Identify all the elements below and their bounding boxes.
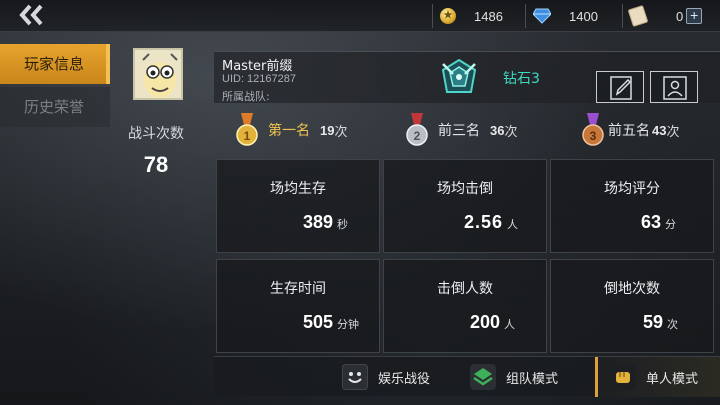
mode-squad-label: 组队模式	[506, 371, 559, 387]
silver-medal-icon: 2	[406, 113, 428, 146]
rank-badge-icon	[439, 58, 479, 98]
ticket-value: 0	[676, 8, 684, 24]
medal-top5-unit: 次	[666, 124, 680, 140]
diamond-counter: 1400	[525, 0, 598, 32]
mode-casual[interactable]: 娱乐战役	[342, 357, 430, 397]
battle-count-label: 战斗次数	[128, 126, 184, 142]
avatar-image	[135, 50, 181, 98]
coin-value: 1486	[474, 8, 503, 24]
medal-top3: 2 前三名 36 次	[406, 112, 517, 148]
add-ticket-button[interactable]: +	[686, 8, 703, 24]
stat-survival-time: 生存时间 505 分钟	[216, 259, 380, 353]
ticket-icon	[627, 4, 649, 28]
mode-solo-label: 单人模式	[646, 371, 699, 387]
medal-top5-count: 43	[652, 122, 667, 138]
stat-avg-survival: 场均生存 389 秒	[216, 159, 380, 253]
id-card-icon	[663, 76, 687, 100]
medal-first-unit: 次	[334, 124, 348, 140]
diamond-value: 1400	[569, 8, 598, 24]
stat-avg-knockdown: 场均击倒 2.56 人	[383, 159, 547, 253]
stat-label: 生存时间	[270, 281, 326, 297]
gold-medal-icon: 1	[236, 113, 258, 146]
avatar[interactable]	[133, 48, 183, 100]
rank-label: 钻石3	[503, 71, 540, 87]
medal-top3-unit: 次	[504, 124, 518, 140]
diamond-icon	[533, 8, 551, 24]
mode-casual-label: 娱乐战役	[378, 371, 431, 387]
player-name: Master前缀	[222, 59, 293, 74]
medal-top5-label: 前五名	[608, 123, 650, 139]
coin-icon: ★	[440, 8, 456, 24]
fist-icon	[610, 364, 636, 390]
stat-value: 2.56 人	[464, 212, 520, 232]
id-card-button[interactable]	[650, 71, 698, 103]
stat-label: 场均生存	[270, 181, 326, 197]
medal-first: 1 第一名 19 次	[236, 112, 347, 148]
medal-top3-label: 前三名	[438, 123, 480, 139]
bronze-medal-icon: 3	[582, 113, 604, 146]
stat-value: 63 分	[641, 212, 677, 232]
stat-label: 倒地次数	[604, 281, 660, 297]
smiley-icon	[342, 364, 368, 390]
stat-label: 场均评分	[604, 181, 660, 197]
pencil-icon	[610, 76, 632, 100]
player-team: 所属战队:	[222, 90, 270, 103]
stat-value: 200 人	[470, 312, 516, 332]
svg-text:3: 3	[590, 129, 597, 143]
medal-first-count: 19	[320, 122, 335, 138]
mode-squad[interactable]: 组队模式	[470, 357, 558, 397]
svg-text:2: 2	[414, 129, 421, 143]
double-chevron-left-icon	[19, 4, 43, 26]
medal-first-label: 第一名	[268, 123, 310, 139]
svg-text:1: 1	[244, 129, 251, 143]
tab-history-honor[interactable]: 历史荣誉	[0, 87, 110, 127]
top-bar: ★ 1486 1400 0 +	[0, 0, 720, 32]
stat-avg-score: 场均评分 63 分	[550, 159, 714, 253]
tab-player-info[interactable]: 玩家信息	[0, 44, 110, 84]
medal-top5: 3 前五名 43 次	[582, 112, 679, 148]
stat-label: 场均击倒	[437, 181, 493, 197]
coin-counter: ★ 1486	[432, 0, 503, 32]
edit-button[interactable]	[596, 71, 644, 103]
squad-chevron-icon	[470, 364, 496, 390]
stat-value: 505 分钟	[303, 312, 360, 332]
stat-value: 59 次	[643, 312, 679, 332]
stat-value: 389 秒	[303, 212, 349, 232]
battle-count-value: 78	[143, 152, 169, 177]
stat-knockdowns: 击倒人数 200 人	[383, 259, 547, 353]
player-info-bar: Master前缀 UID: 12167287 所属战队: 钻石3	[214, 51, 720, 103]
player-uid: UID: 12167287	[222, 73, 296, 85]
stat-downed-count: 倒地次数 59 次	[550, 259, 714, 353]
stat-label: 击倒人数	[437, 281, 493, 297]
back-button[interactable]	[18, 3, 58, 29]
medal-top3-count: 36	[490, 122, 505, 138]
mode-solo[interactable]: 单人模式	[595, 357, 720, 397]
mode-bar: 娱乐战役 组队模式 单人模式	[214, 356, 720, 397]
ticket-counter: 0 +	[622, 0, 703, 32]
